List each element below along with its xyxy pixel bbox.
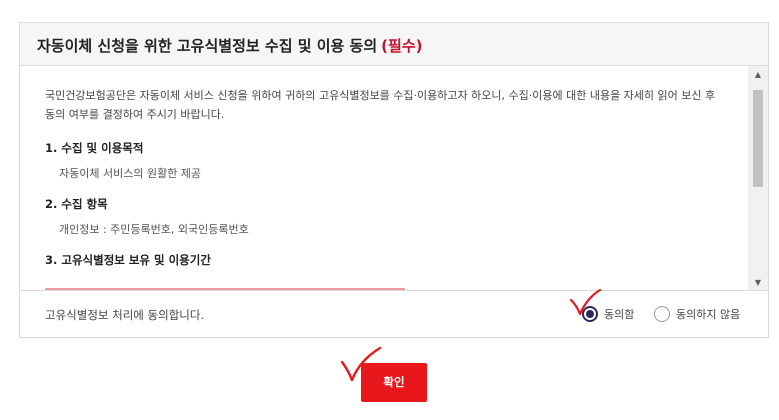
section-body-items: 개인정보 : 주민등록번호, 외국인등록번호 — [59, 223, 249, 236]
required-tag: (필수) — [381, 37, 423, 55]
consent-text-scroll-area[interactable]: 국민건강보험공단은 자동이체 서비스 신청을 위하여 귀하의 고유식별정보를 수… — [20, 66, 768, 291]
section-title-items: 2. 수집 항목 — [45, 197, 108, 211]
consent-panel: 자동이체 신청을 위한 고유식별정보 수집 및 이용 동의 (필수) 국민건강보험… — [19, 22, 769, 338]
agreement-label: 고유식별정보 처리에 동의합니다. — [45, 308, 205, 322]
agree-radio-label[interactable]: 동의함 — [604, 306, 634, 322]
section-title-retention: 3. 고유식별정보 보유 및 이용기간 — [45, 253, 211, 267]
section-body-purpose: 자동이체 서비스의 원활한 제공 — [59, 167, 202, 180]
consent-intro: 국민건강보험공단은 자동이체 서비스 신청을 위하여 귀하의 고유식별정보를 수… — [45, 89, 716, 121]
truncated-text-line — [45, 288, 405, 290]
agreement-row: 고유식별정보 처리에 동의합니다. 동의함 동의하지 않음 — [20, 293, 768, 337]
consent-text: 국민건강보험공단은 자동이체 서비스 신청을 위하여 귀하의 고유식별정보를 수… — [20, 66, 748, 276]
agree-radio[interactable]: 동의함 — [582, 306, 634, 322]
disagree-radio[interactable]: 동의하지 않음 — [654, 306, 740, 322]
disagree-radio-label[interactable]: 동의하지 않음 — [676, 306, 740, 322]
radio-unchecked-icon[interactable] — [654, 306, 670, 322]
radio-checked-icon[interactable] — [582, 306, 598, 322]
scroll-up-icon[interactable]: ▲ — [748, 67, 768, 83]
scroll-down-icon[interactable]: ▼ — [748, 275, 768, 290]
section-title-purpose: 1. 수집 및 이용목적 — [45, 141, 144, 155]
panel-header: 자동이체 신청을 위한 고유식별정보 수집 및 이용 동의 (필수) — [20, 23, 768, 66]
scroll-thumb[interactable] — [753, 90, 763, 187]
vertical-scrollbar[interactable]: ▲ ▼ — [748, 66, 768, 290]
panel-title: 자동이체 신청을 위한 고유식별정보 수집 및 이용 동의 — [37, 37, 378, 55]
confirm-button[interactable]: 확인 — [361, 363, 427, 402]
